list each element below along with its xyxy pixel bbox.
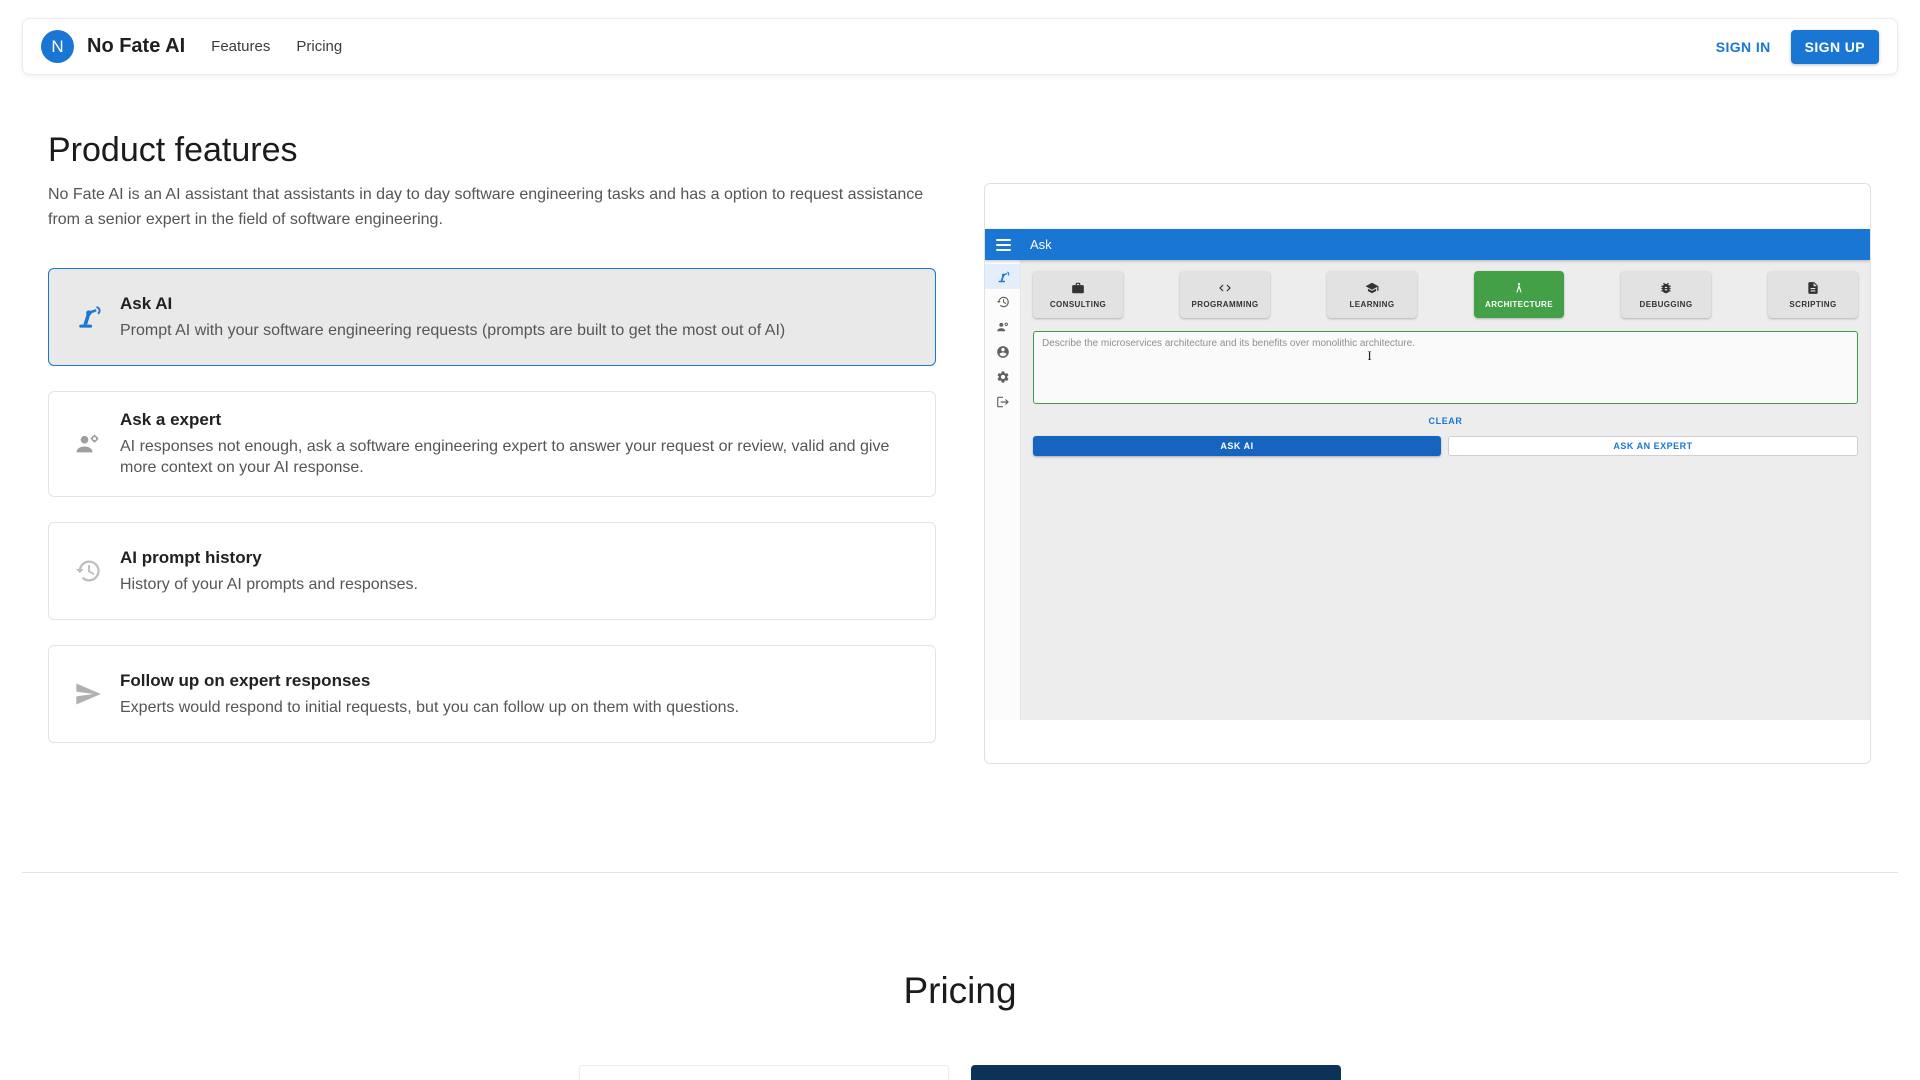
graduation-cap-icon [1365,282,1379,293]
section-divider [22,872,1898,873]
category-label: DEBUGGING [1639,299,1693,309]
category-learning-button[interactable]: LEARNING [1327,271,1417,318]
ask-an-expert-button[interactable]: ASK AN EXPERT [1448,436,1858,456]
app-preview-body: CONSULTING PROGRAMMING LEARNING ARCHITEC… [985,260,1870,720]
logout-icon [996,396,1009,407]
compass-icon [1516,282,1522,293]
sidebar-item-logout[interactable] [985,389,1020,414]
sidebar-item-settings[interactable] [985,364,1020,389]
feature-description: AI responses not enough, ask a software … [120,438,890,476]
document-icon [1808,281,1818,294]
prompt-textarea[interactable]: Describe the microservices architecture … [1033,331,1858,404]
expert-person-gear-icon [76,434,99,453]
sign-in-button[interactable]: SIGN IN [1704,31,1783,63]
category-debugging-button[interactable]: DEBUGGING [1621,271,1711,318]
category-label: LEARNING [1349,299,1395,309]
history-icon [996,296,1009,307]
category-architecture-button[interactable]: ARCHITECTURE [1474,271,1564,318]
feature-card-follow-up[interactable]: Follow up on expert responses Experts wo… [48,645,936,743]
feature-card-text: Follow up on expert responses Experts wo… [120,671,739,718]
category-programming-button[interactable]: PROGRAMMING [1180,271,1270,318]
category-label: CONSULTING [1049,299,1107,309]
page-title: Product features [48,131,298,169]
feature-card-text: Ask a expert AI responses not enough, as… [120,410,910,478]
features-description: No Fate AI is an AI assistant that assis… [48,186,924,228]
bug-icon [1661,282,1671,293]
sidebar-item-history[interactable] [985,289,1020,314]
briefcase-icon [1072,282,1084,293]
feature-description: History of your AI prompts and responses… [120,575,418,593]
feature-card-ask-ai[interactable]: Ask AI Prompt AI with your software engi… [48,268,936,366]
category-consulting-button[interactable]: CONSULTING [1033,271,1123,318]
app-preview-card: Ask CONSULTING PROGRAMMING LEARNING ARCH… [984,183,1871,764]
sign-up-button[interactable]: SIGN UP [1790,29,1879,64]
ask-ai-button[interactable]: ASK AI [1033,436,1441,456]
top-navbar: N No Fate AI Features Pricing SIGN IN SI… [22,18,1898,75]
brand-initial: N [51,36,64,56]
category-scripting-button[interactable]: SCRIPTING [1768,271,1858,318]
pricing-plans: No Fate AI No Fate AI Pro [0,1065,1920,1080]
settings-gear-icon [997,370,1008,383]
feature-description: Prompt AI with your software engineering… [120,321,786,339]
category-row: CONSULTING PROGRAMMING LEARNING ARCHITEC… [1033,271,1858,318]
brand-logo: N [41,30,74,63]
text-cursor: I [1367,348,1372,363]
robot-arm-icon [79,306,101,328]
app-preview-appbar: Ask [985,229,1870,260]
plan-card-basic[interactable]: No Fate AI [579,1065,949,1080]
robot-arm-icon [998,271,1009,282]
category-label: SCRIPTING [1789,299,1837,309]
code-icon [1219,284,1231,291]
prompt-placeholder-text: Describe the microservices architecture … [1042,338,1415,349]
history-icon [75,560,100,582]
feature-card-text: Ask AI Prompt AI with your software engi… [120,294,785,341]
feature-card-text: AI prompt history History of your AI pro… [120,548,418,595]
expert-person-gear-icon [996,322,1008,331]
pricing-title: Pricing [903,970,1017,1011]
nav-link-pricing[interactable]: Pricing [296,38,342,55]
feature-title: AI prompt history [120,547,262,567]
send-icon [76,683,101,705]
appbar-title: Ask [1030,237,1052,252]
feature-card-ask-expert[interactable]: Ask a expert AI responses not enough, as… [48,391,936,497]
account-circle-icon [996,345,1009,358]
features-section: Product features No Fate AI is an AI ass… [0,131,1920,764]
plan-card-pro[interactable]: No Fate AI Pro [971,1065,1341,1080]
feature-list: Ask AI Prompt AI with your software engi… [48,268,936,743]
app-preview-sidebar [985,260,1021,720]
feature-card-history[interactable]: AI prompt history History of your AI pro… [48,522,936,620]
nav-link-features[interactable]: Features [211,38,270,55]
clear-button[interactable]: CLEAR [1423,413,1469,429]
brand-name: No Fate AI [87,35,186,57]
app-preview-content: CONSULTING PROGRAMMING LEARNING ARCHITEC… [1021,260,1870,720]
feature-title: Follow up on expert responses [120,670,371,690]
menu-icon[interactable] [996,236,1011,254]
category-label: ARCHITECTURE [1485,299,1553,309]
action-row: ASK AI ASK AN EXPERT [1033,436,1858,456]
clear-row: CLEAR [1033,411,1858,429]
feature-description: Experts would respond to initial request… [120,698,740,716]
feature-title: Ask AI [120,293,173,313]
feature-title: Ask a expert [120,410,222,429]
sidebar-item-account[interactable] [985,339,1020,364]
sidebar-item-ask-ai[interactable] [985,264,1020,289]
category-label: PROGRAMMING [1191,299,1259,309]
sidebar-item-expert[interactable] [985,314,1020,339]
